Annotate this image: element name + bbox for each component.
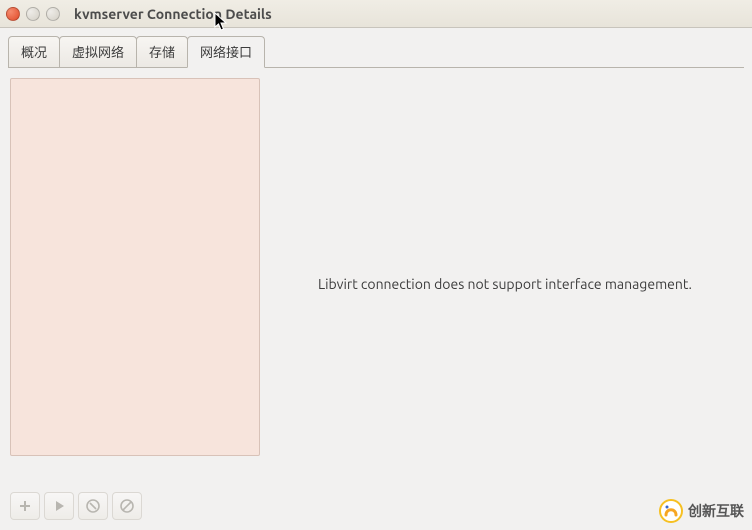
stop-button[interactable] <box>78 492 108 520</box>
watermark-text: 创新互联 <box>688 501 744 521</box>
stop-circle-icon <box>86 499 100 513</box>
status-message: Libvirt connection does not support inte… <box>318 276 692 292</box>
maximize-icon[interactable] <box>46 7 60 21</box>
tab-virtual-networks[interactable]: 虚拟网络 <box>59 36 137 67</box>
start-button[interactable] <box>44 492 74 520</box>
tab-strip: 概况 虚拟网络 存储 网络接口 <box>0 28 752 67</box>
window-title: kvmserver Connection Details <box>74 6 272 22</box>
add-button[interactable] <box>10 492 40 520</box>
toolbar <box>10 492 142 520</box>
tab-overview[interactable]: 概况 <box>8 36 60 67</box>
watermark: 创新互联 <box>658 498 744 524</box>
tab-network-interfaces[interactable]: 网络接口 <box>187 36 265 68</box>
titlebar: kvmserver Connection Details <box>0 0 752 28</box>
no-entry-icon <box>120 499 134 513</box>
main-panel: Libvirt connection does not support inte… <box>268 78 742 490</box>
plus-icon <box>18 499 32 513</box>
minimize-icon[interactable] <box>26 7 40 21</box>
window-controls <box>6 7 60 21</box>
content-area: Libvirt connection does not support inte… <box>0 68 752 498</box>
interface-list-panel[interactable] <box>10 78 260 456</box>
close-icon[interactable] <box>6 7 20 21</box>
watermark-logo-icon <box>658 498 684 524</box>
play-icon <box>52 499 66 513</box>
tab-storage[interactable]: 存储 <box>136 36 188 67</box>
delete-button[interactable] <box>112 492 142 520</box>
